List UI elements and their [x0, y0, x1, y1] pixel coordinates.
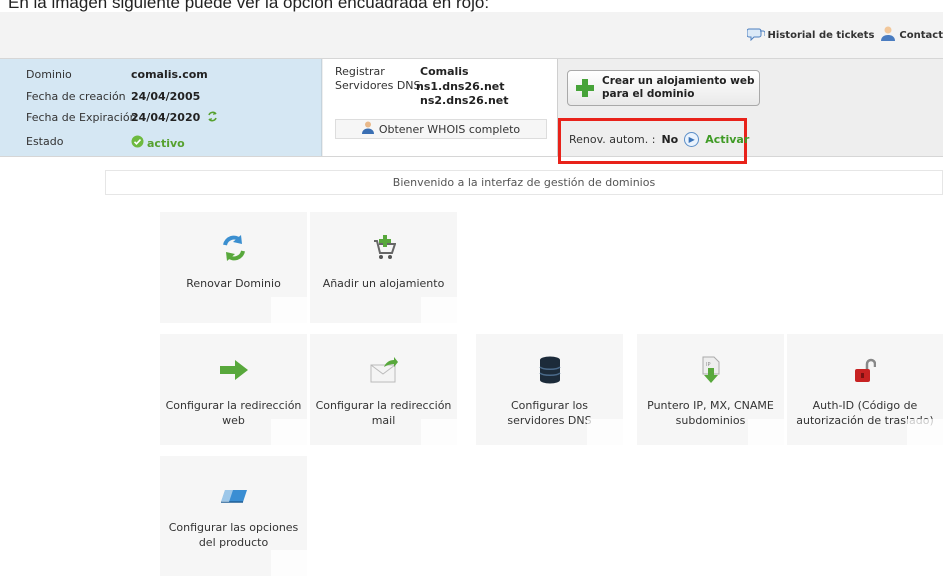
dns-servers-label: Servidores DNS — [335, 79, 421, 92]
add-hosting-label: Añadir un alojamiento — [314, 276, 453, 291]
tile-corner-decoration — [271, 297, 307, 323]
shopping-cart-icon — [373, 235, 396, 259]
mail-icon-wrap — [310, 356, 457, 384]
auto-renew-row: Renov. autom. : No ▶ Activar — [569, 132, 749, 147]
lock-icon-wrap — [787, 356, 943, 384]
top-bar: Historial de tickets Contact — [0, 12, 943, 58]
web-redirect-line2: web — [222, 414, 245, 427]
whois-button-label: Obtener WHOIS completo — [378, 122, 521, 136]
file-download-icon: IP — [702, 356, 719, 383]
renew-arrows-small-icon[interactable] — [207, 111, 218, 125]
expiry-date-row: Fecha de Expiración 24/04/2020 — [26, 111, 217, 124]
tile-corner-decoration — [587, 419, 623, 445]
product-options-label: Configurar las opciones del producto — [164, 520, 303, 550]
tile-corner-decoration — [748, 419, 784, 445]
status-badge: activo — [131, 135, 185, 151]
auth-id-line1: Auth-ID (Código de — [812, 399, 918, 412]
ip-pointer-line2: subdominios — [675, 414, 746, 427]
top-links: Historial de tickets Contact — [746, 26, 943, 44]
renew-arrows-icon — [222, 235, 245, 261]
envelope-arrow-icon — [370, 357, 398, 383]
status-value: activo — [147, 136, 185, 150]
auth-id-tile[interactable]: Auth-ID (Código de autorización de trasl… — [787, 334, 943, 445]
expiry-date-value: 24/04/2020 — [131, 111, 218, 125]
dns-server-1: ns1.dns26.net — [416, 80, 505, 93]
dns-servers-tile[interactable]: Configurar los servidores DNS — [476, 334, 623, 445]
arrow-icon-wrap — [160, 356, 307, 384]
product-options-tile[interactable]: Configurar las opciones del producto — [160, 456, 307, 576]
domain-row: Dominio comalis.com — [26, 68, 208, 81]
web-redirect-tile[interactable]: Configurar la redirección web — [160, 334, 307, 445]
cart-icon-wrap — [310, 234, 457, 262]
file-download-icon-wrap: IP — [637, 356, 784, 384]
contact-link[interactable]: Contact — [880, 26, 943, 44]
registrar-panel: Registrar Comalis Servidores DNS ns1.dns… — [323, 59, 558, 156]
person-icon — [361, 121, 374, 137]
eraser-icon-wrap — [160, 482, 307, 510]
creation-date-value: 24/04/2005 — [131, 90, 201, 103]
eraser-icon — [220, 490, 247, 503]
domain-value: comalis.com — [131, 68, 208, 81]
create-hosting-line1: Crear un alojamiento web — [602, 75, 755, 87]
creation-date-row: Fecha de creación 24/04/2005 — [26, 90, 200, 103]
add-hosting-text: Añadir un alojamiento — [322, 277, 445, 290]
renew-domain-tile[interactable]: Renovar Dominio — [160, 212, 307, 323]
plus-icon — [576, 79, 594, 97]
auto-renew-value: No — [661, 133, 679, 146]
renew-domain-label: Renovar Dominio — [164, 276, 303, 291]
contact-person-icon — [880, 26, 896, 44]
product-options-line2: del producto — [198, 536, 269, 549]
play-circle-icon[interactable]: ▶ — [684, 132, 700, 147]
create-hosting-line2: para el dominio — [602, 88, 695, 100]
tile-corner-decoration — [271, 550, 307, 576]
tickets-history-label: Historial de tickets — [767, 29, 875, 41]
check-circle-icon — [131, 135, 144, 151]
create-hosting-button[interactable]: Crear un alojamiento web para el dominio — [567, 70, 760, 106]
database-icon — [538, 356, 561, 384]
mail-redirect-line2: mail — [371, 414, 396, 427]
mail-redirect-tile[interactable]: Configurar la redirección mail — [310, 334, 457, 445]
mail-redirect-line1: Configurar la redirección — [315, 399, 452, 412]
product-options-line1: Configurar las opciones — [168, 521, 299, 534]
whois-button[interactable]: Obtener WHOIS completo — [335, 119, 547, 139]
domain-info-panel: Dominio comalis.com Fecha de creación 24… — [0, 59, 322, 156]
registrar-value: Comalis — [420, 65, 469, 78]
chat-bubble-icon — [746, 27, 766, 44]
status-row: Estado activo — [26, 135, 185, 150]
tile-corner-decoration — [421, 419, 457, 445]
green-arrow-right-icon — [219, 360, 248, 380]
activate-auto-renew-link[interactable]: Activar — [705, 133, 749, 146]
ip-pointer-line1: Puntero IP, MX, CNAME — [647, 399, 774, 412]
registrar-label: Registrar — [335, 65, 385, 78]
dns-servers-line1: Configurar los — [510, 399, 589, 412]
create-hosting-label: Crear un alojamiento web para el dominio — [602, 75, 754, 101]
add-hosting-tile[interactable]: Añadir un alojamiento — [310, 212, 457, 323]
expiry-date-label: Fecha de Expiración — [26, 111, 137, 124]
creation-date-label: Fecha de creación — [26, 90, 126, 103]
database-icon-wrap — [476, 356, 623, 384]
tickets-history-link[interactable]: Historial de tickets — [746, 27, 875, 44]
contact-label: Contact — [899, 29, 943, 41]
tile-corner-decoration — [421, 297, 457, 323]
dns-servers-line2: servidores DNS — [507, 414, 592, 427]
web-redirect-line1: Configurar la redirección — [165, 399, 302, 412]
dns-server-2: ns2.dns26.net — [420, 94, 509, 107]
renew-domain-text: Renovar Dominio — [186, 277, 281, 290]
renew-icon-wrap — [160, 234, 307, 262]
svg-text:IP: IP — [706, 362, 711, 368]
status-label: Estado — [26, 135, 64, 148]
welcome-banner: Bienvenido a la interfaz de gestión de d… — [105, 170, 943, 195]
expiry-date-text: 24/04/2020 — [131, 111, 201, 124]
open-padlock-icon — [855, 358, 876, 382]
tile-corner-decoration — [271, 419, 307, 445]
domain-label: Dominio — [26, 68, 72, 81]
ip-pointer-tile[interactable]: IP Puntero IP, MX, CNAME subdominios — [637, 334, 784, 445]
auto-renew-highlight-box: Renov. autom. : No ▶ Activar — [558, 118, 749, 164]
tile-corner-decoration — [907, 419, 943, 445]
domain-summary-panel: Dominio comalis.com Fecha de creación 24… — [0, 58, 943, 157]
auto-renew-label: Renov. autom. : — [569, 133, 656, 146]
